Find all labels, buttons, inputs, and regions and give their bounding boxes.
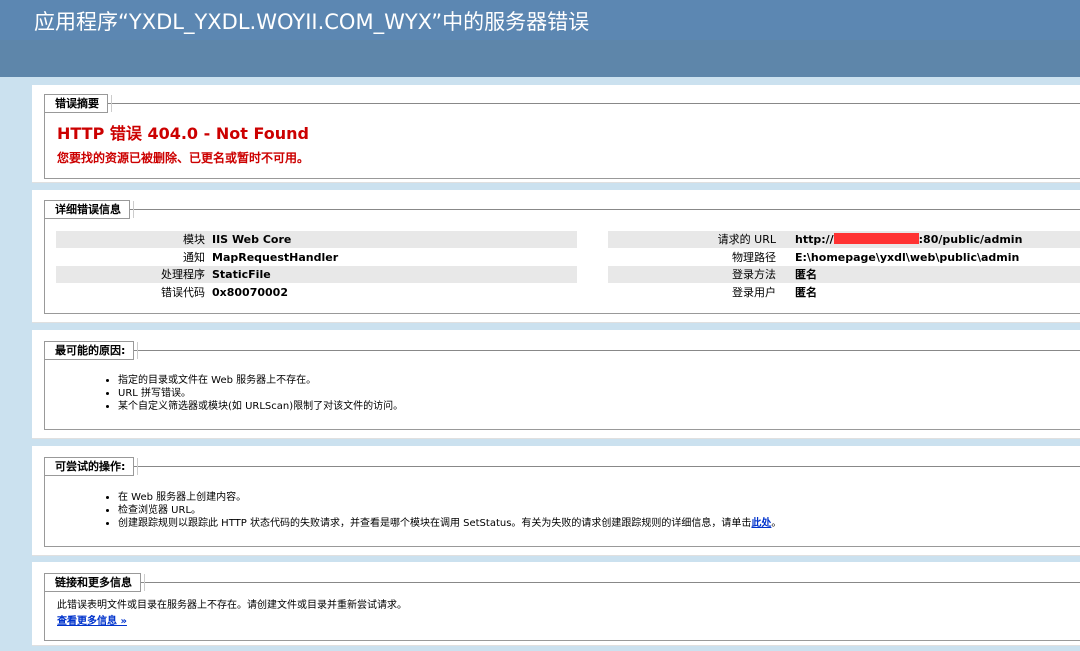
detail-value: StaticFile (212, 268, 271, 281)
links-section: 链接和更多信息 此错误表明文件或目录在服务器上不存在。请创建文件或目录并重新尝试… (32, 562, 1080, 646)
url-prefix: http:// (795, 233, 834, 246)
page-header: 应用程序“YXDL_YXDL.WOYII.COM_WYX”中的服务器错误 (0, 0, 1080, 40)
detail-row-error-code: 错误代码 0x80070002 (56, 284, 577, 301)
url-suffix: :80/public/admin (918, 233, 1023, 246)
detail-value: 匿名 (795, 286, 817, 299)
details-section: 详细错误信息 模块 IIS Web Core 通知 MapRequestHand… (32, 190, 1080, 323)
click-here-link[interactable]: 此处 (751, 518, 771, 529)
detail-label: 通知 (183, 251, 205, 264)
actions-legend: 可尝试的操作: (44, 457, 139, 476)
detail-label: 模块 (183, 233, 205, 246)
redacted-host (833, 233, 919, 244)
detail-label: 请求的 URL (717, 233, 776, 246)
summary-section: 错误摘要 HTTP 错误 404.0 - Not Found 您要找的资源已被删… (32, 85, 1080, 183)
list-item: 指定的目录或文件在 Web 服务器上不存在。 (118, 374, 403, 387)
more-info-link[interactable]: 查看更多信息 » (57, 612, 127, 627)
detail-row-notification: 通知 MapRequestHandler (56, 249, 577, 266)
actions-list: 在 Web 服务器上创建内容。 检查浏览器 URL。 创建跟踪规则以跟踪此 HT… (102, 491, 781, 530)
detail-row-handler: 处理程序 StaticFile (56, 266, 577, 283)
detail-value: 0x80070002 (212, 286, 288, 299)
detail-value: E:\homepage\yxdl\web\public\admin (795, 251, 1020, 264)
detail-label: 登录用户 (732, 286, 776, 299)
links-legend: 链接和更多信息 (44, 573, 145, 592)
detail-value: http:// :80/public/admin (795, 231, 1022, 248)
detail-value: 匿名 (795, 268, 817, 281)
summary-legend: 错误摘要 (44, 94, 112, 113)
detail-label: 物理路径 (732, 251, 776, 264)
detail-value: IIS Web Core (212, 233, 292, 246)
list-item: 某个自定义筛选器或模块(如 URLScan)限制了对该文件的访问。 (118, 400, 403, 413)
details-legend: 详细错误信息 (44, 200, 134, 219)
list-item: URL 拼写错误。 (118, 387, 403, 400)
detail-label: 登录方法 (732, 268, 776, 281)
page-title: 应用程序“YXDL_YXDL.WOYII.COM_WYX”中的服务器错误 (34, 10, 590, 34)
error-title: HTTP 错误 404.0 - Not Found (57, 124, 309, 143)
causes-list: 指定的目录或文件在 Web 服务器上不存在。 URL 拼写错误。 某个自定义筛选… (102, 374, 403, 413)
header-banner (0, 40, 1080, 77)
detail-value: MapRequestHandler (212, 251, 339, 264)
links-description: 此错误表明文件或目录在服务器上不存在。请创建文件或目录并重新尝试请求。 (57, 600, 407, 611)
error-description: 您要找的资源已被删除、已更名或暂时不可用。 (57, 151, 310, 165)
detail-label: 处理程序 (161, 268, 205, 281)
trace-rule-text: 创建跟踪规则以跟踪此 HTTP 状态代码的失败请求，并查看是哪个模块在调用 Se… (118, 518, 752, 529)
detail-row-request-url: 请求的 URL http:// :80/public/admin (608, 231, 1080, 248)
list-item: 检查浏览器 URL。 (118, 504, 781, 517)
list-item: 创建跟踪规则以跟踪此 HTTP 状态代码的失败请求，并查看是哪个模块在调用 Se… (118, 517, 781, 530)
actions-section: 可尝试的操作: 在 Web 服务器上创建内容。 检查浏览器 URL。 创建跟踪规… (32, 446, 1080, 556)
detail-label: 错误代码 (161, 286, 205, 299)
detail-row-logon-user: 登录用户 匿名 (608, 284, 1080, 301)
causes-legend: 最可能的原因: (44, 341, 139, 360)
trace-rule-end: 。 (771, 518, 782, 529)
detail-row-physical-path: 物理路径 E:\homepage\yxdl\web\public\admin (608, 249, 1080, 266)
list-item: 在 Web 服务器上创建内容。 (118, 491, 781, 504)
detail-row-module: 模块 IIS Web Core (56, 231, 577, 248)
detail-row-logon-method: 登录方法 匿名 (608, 266, 1080, 283)
causes-section: 最可能的原因: 指定的目录或文件在 Web 服务器上不存在。 URL 拼写错误。… (32, 330, 1080, 439)
